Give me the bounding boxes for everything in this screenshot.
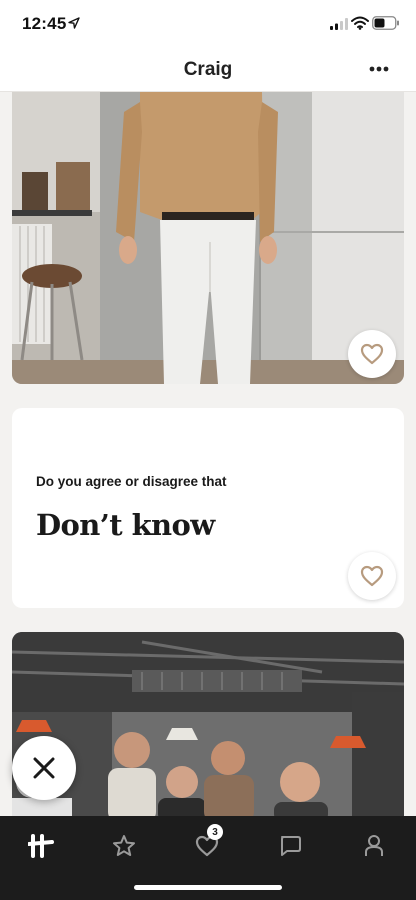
prompt-question: Do you agree or disagree that (36, 474, 227, 489)
tab-likes-you[interactable]: 3 (187, 824, 227, 864)
home-indicator (134, 885, 282, 890)
status-bar: 12:45 (0, 0, 416, 48)
tab-home[interactable] (21, 828, 61, 864)
battery-icon (372, 16, 399, 30)
star-icon (113, 835, 135, 856)
profile-screen: 12:45 Craig Do you agree or disagree tha… (0, 0, 416, 900)
tab-profile[interactable] (354, 828, 394, 864)
profile-photo-2[interactable] (12, 632, 404, 822)
profile-header: Craig (0, 48, 416, 92)
chat-bubble-icon (281, 836, 301, 856)
likes-count-badge: 3 (207, 824, 223, 840)
profile-photo-2-image (12, 632, 404, 822)
like-photo-button[interactable] (348, 330, 396, 378)
profile-photo-1-image (12, 92, 404, 384)
tab-matches[interactable] (270, 828, 310, 864)
hinge-logo-icon (28, 834, 54, 858)
wifi-icon (351, 16, 369, 30)
heart-outline-icon (360, 565, 384, 587)
dismiss-button[interactable] (12, 736, 76, 800)
tab-standouts[interactable] (104, 828, 144, 864)
status-time: 12:45 (22, 14, 67, 33)
like-prompt-button[interactable] (348, 552, 396, 600)
more-options-icon[interactable] (368, 64, 390, 74)
cellular-signal-icon (330, 18, 348, 30)
profile-name-title: Craig (183, 59, 233, 80)
person-icon (365, 835, 383, 856)
location-arrow-icon (68, 17, 80, 29)
prompt-card: Do you agree or disagree that Don’t know (12, 408, 404, 608)
profile-photo-1[interactable] (12, 92, 404, 384)
heart-outline-icon (360, 343, 384, 365)
close-icon (33, 757, 55, 779)
prompt-answer: Don’t know (36, 508, 215, 542)
